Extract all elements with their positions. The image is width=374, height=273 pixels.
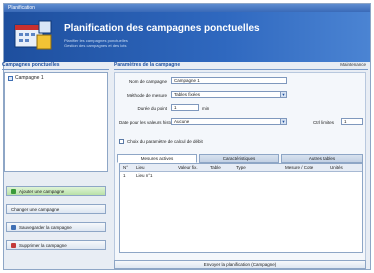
banner-title: Planification des campagnes ponctuelles [64, 23, 260, 34]
change-campaign-label: Changer une campagne [11, 206, 60, 212]
duration-unit: min [202, 106, 210, 111]
maintenance-link[interactable]: Maintenance [340, 62, 366, 67]
method-select[interactable]: Tables fixées ▼ [171, 91, 287, 98]
column-number[interactable]: N° [123, 165, 128, 170]
campaign-tree[interactable]: Campagne 1 [4, 72, 108, 172]
send-planning-button[interactable]: Envoyer la planification (Campagne) [114, 260, 366, 269]
tab-characteristics[interactable]: Caractéristiques [199, 154, 279, 163]
limits-label: Ctrl limites [313, 120, 334, 125]
cell-location: Lieu n°1 [136, 173, 153, 178]
tab-other-tables[interactable]: Autres tables [281, 154, 363, 163]
column-location[interactable]: Lieu [136, 165, 145, 170]
right-panel-header: Paramètres de la campagne Maintenance [114, 62, 368, 70]
flow-calc-checkbox[interactable] [119, 139, 124, 144]
window-titlebar: Planification [4, 4, 370, 12]
flow-calc-label: Choix du paramètre de calcul de débit [127, 139, 203, 144]
tree-item-campaign[interactable]: Campagne 1 [8, 75, 44, 81]
change-campaign-button[interactable]: Changer une campagne [6, 204, 106, 214]
column-table[interactable]: Table [210, 165, 221, 170]
chevron-down-icon: ▼ [280, 92, 286, 97]
save-icon [11, 224, 16, 230]
campaign-name-input[interactable]: Campagne 1 [171, 77, 287, 84]
measures-grid[interactable]: N° Lieu Valeur fix. Table Type Mesure / … [119, 163, 363, 253]
limits-input[interactable]: 1 [341, 118, 363, 125]
tab-bar: Mesures actives Caractéristiques Autres … [117, 154, 363, 163]
grid-header: N° Lieu Valeur fix. Table Type Mesure / … [120, 164, 362, 172]
method-label: Méthode de mesure [126, 93, 167, 98]
column-fixed-value[interactable]: Valeur fix. [178, 165, 198, 170]
folder-icon [8, 75, 13, 81]
name-label: Nom de campagne [128, 79, 167, 84]
delete-campaign-button[interactable]: Supprimer la campagne [6, 240, 106, 250]
column-type[interactable]: Type [236, 165, 246, 170]
chevron-down-icon: ▼ [280, 119, 286, 124]
delete-icon [11, 242, 16, 248]
cell-number: 1 [123, 173, 126, 178]
duration-input[interactable]: 1 [171, 104, 199, 111]
calendar-computer-icon [14, 20, 52, 50]
tab-active-measures[interactable]: Mesures actives [117, 154, 197, 163]
save-campaign-label: Sauvegarder la campagne [19, 224, 72, 230]
method-select-value: Tables fixées [174, 92, 201, 97]
date-select[interactable]: Aucune ▼ [171, 118, 287, 125]
add-campaign-button[interactable]: Ajouter une campagne [6, 186, 106, 196]
column-measure[interactable]: Mesure / Cote [285, 165, 313, 170]
add-icon [11, 188, 16, 194]
window-title: Planification [8, 5, 35, 11]
banner-subtitle-line-2: Gestion des campagnes et des lots [64, 43, 127, 48]
table-row[interactable]: 1 Lieu n°1 [120, 172, 362, 179]
campaign-settings-panel: Nom de campagne Campagne 1 Méthode de me… [114, 72, 366, 262]
delete-campaign-label: Supprimer la campagne [19, 242, 67, 248]
column-units[interactable]: Unités [330, 165, 343, 170]
tree-item-label: Campagne 1 [15, 75, 44, 81]
add-campaign-label: Ajouter une campagne [19, 188, 65, 194]
header-banner: Planification des campagnes ponctuelles … [4, 12, 370, 62]
duration-label: Durée du point [137, 106, 167, 111]
left-panel-header: Campagnes ponctuelles [2, 62, 109, 70]
right-panel-title: Paramètres de la campagne [114, 62, 181, 68]
date-label: Date pour les valeurs historiques [119, 120, 185, 125]
date-select-value: Aucune [174, 119, 190, 124]
save-campaign-button[interactable]: Sauvegarder la campagne [6, 222, 106, 232]
